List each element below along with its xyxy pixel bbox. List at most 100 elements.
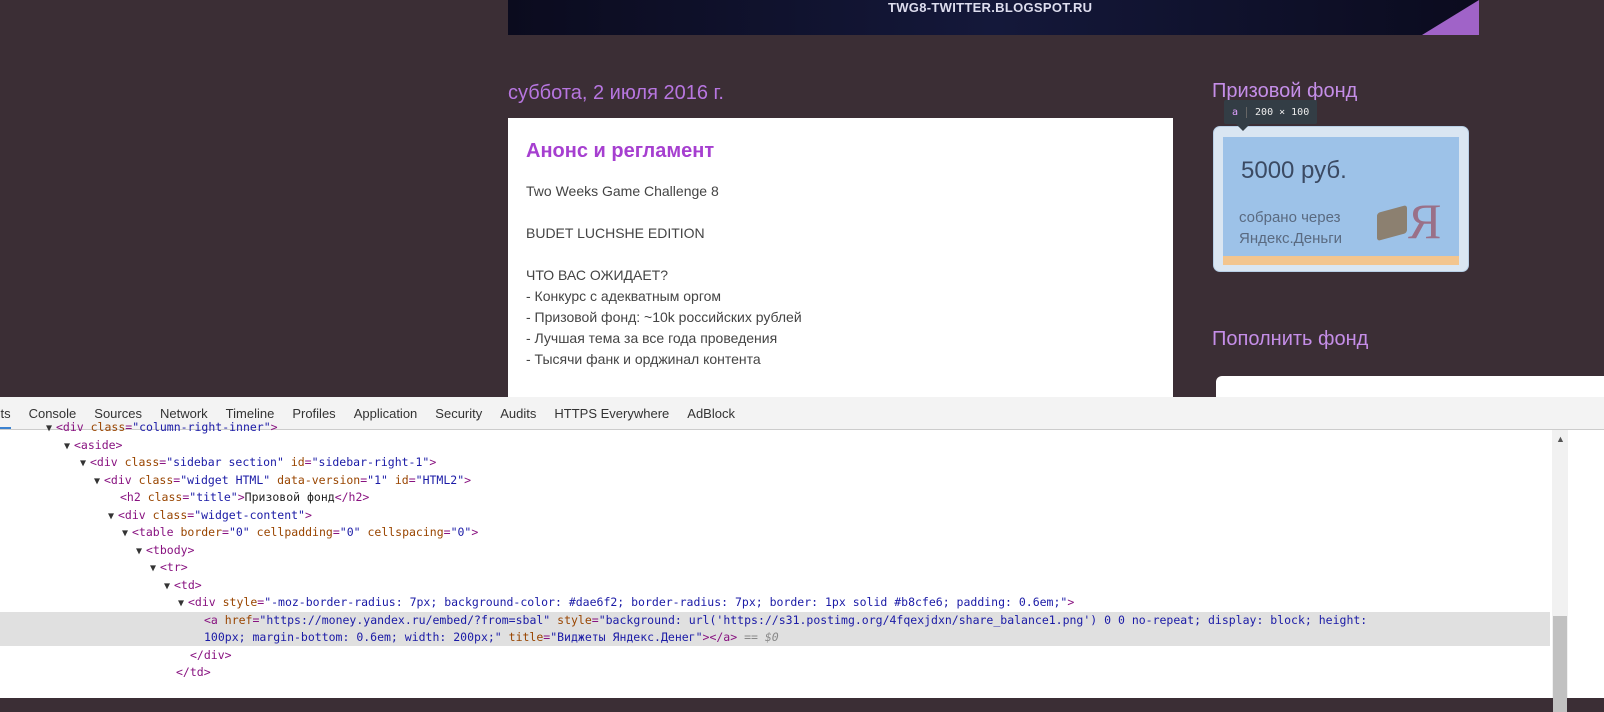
- code-token: "widget-content": [194, 508, 305, 522]
- post-line: Two Weeks Game Challenge 8: [526, 183, 719, 199]
- fund-caption-1: собрано через: [1239, 209, 1341, 226]
- post-line: - Тысячи фанк и орджинал контента: [526, 351, 761, 367]
- code-token: <div: [90, 455, 125, 469]
- post-body: Two Weeks Game Challenge 8 BUDET LUCHSHE …: [526, 181, 802, 370]
- dom-tree-node[interactable]: ▼ <div class="widget-content">: [0, 507, 1550, 524]
- wallet-icon: [1377, 204, 1407, 242]
- post-line: ЧТО ВАС ОЖИДАЕТ?: [526, 267, 669, 283]
- post-date: суббота, 2 июля 2016 г.: [508, 82, 724, 104]
- code-token: class: [124, 455, 160, 469]
- post-line: [526, 202, 802, 223]
- tooltip-size: 200 × 100: [1255, 106, 1310, 118]
- scroll-up-icon[interactable]: ▲: [1556, 434, 1565, 444]
- code-token: id: [283, 455, 305, 469]
- scrollbar[interactable]: ▲: [1552, 430, 1568, 712]
- dom-tree-node[interactable]: </div>: [0, 647, 1550, 664]
- code-token: <tr>: [160, 560, 188, 574]
- code-token: cellpadding: [249, 525, 333, 539]
- dom-tree-node[interactable]: ▼ <table border="0" cellpadding="0" cells…: [0, 524, 1550, 541]
- code-token: </h2>: [334, 490, 370, 504]
- post-line: - Призовой фонд: ~10k российских рублей: [526, 309, 802, 325]
- expand-triangle-icon[interactable]: ▼: [64, 438, 74, 455]
- expand-triangle-icon[interactable]: ▼: [46, 420, 56, 437]
- expand-triangle-icon[interactable]: ▼: [136, 543, 146, 560]
- code-token: >: [464, 473, 472, 487]
- code-token: class: [90, 420, 126, 434]
- banner-corner: [1422, 0, 1479, 35]
- dom-tree-node[interactable]: <h2 class="title">Призовой фонд</h2>: [0, 489, 1550, 506]
- code-token: <div: [56, 420, 91, 434]
- code-token: >: [1067, 595, 1075, 609]
- dom-tree-node[interactable]: ▼ <tr>: [0, 559, 1550, 576]
- blog-post: Анонс и регламент Two Weeks Game Challen…: [508, 118, 1173, 408]
- code-token: "-moz-border-radius: 7px; background-col…: [264, 595, 1068, 609]
- expand-triangle-icon[interactable]: ▼: [94, 473, 104, 490]
- code-token: "HTML2": [415, 473, 465, 487]
- dom-tree-node[interactable]: ▼ <div class="column-right-inner">: [0, 419, 1550, 436]
- code-token: "sidebar-right-1": [311, 455, 430, 469]
- code-token: <div: [188, 595, 223, 609]
- code-token: =: [304, 455, 312, 469]
- code-token: <div: [104, 473, 139, 487]
- dom-tree-node[interactable]: <a href = "https://money.yandex.ru/embed/?…: [0, 612, 1550, 629]
- code-token: "widget HTML": [180, 473, 271, 487]
- dom-tree-node[interactable]: ▼ <div class="widget HTML" data-version="…: [0, 472, 1550, 489]
- yandex-logo: Я: [1408, 193, 1442, 249]
- code-token: <div: [118, 508, 153, 522]
- expand-triangle-icon[interactable]: ▼: [108, 508, 118, 525]
- dom-tree-node[interactable]: ▼ <aside>: [0, 437, 1550, 454]
- code-token: >: [237, 490, 245, 504]
- code-token: "https://money.yandex.ru/embed/?from=sba…: [259, 613, 551, 627]
- code-token: data-version: [270, 473, 361, 487]
- code-token: title: [501, 630, 544, 644]
- code-token: Призовой фонд: [244, 490, 335, 504]
- code-token: class: [147, 490, 183, 504]
- code-token: "Виджеты Яндекс.Денег": [550, 630, 703, 644]
- element-inspect-tooltip: a 200 × 100: [1224, 100, 1318, 131]
- code-token: =: [591, 613, 599, 627]
- dom-tree-node[interactable]: ▼ <div class="sidebar section" id="sideba…: [0, 454, 1550, 471]
- code-token: 100px; margin-bottom: 0.6em; width: 200p…: [204, 630, 502, 644]
- top-up-fund-title: Пополнить фонд: [1212, 328, 1369, 350]
- yandex-balance-link[interactable]: 5000 руб. собрано через Яндекс.Деньги Я: [1223, 137, 1459, 265]
- dom-tree-node[interactable]: ▼ <tbody>: [0, 542, 1550, 559]
- widget-stripe: [1223, 256, 1459, 265]
- code-token: "background: url('https://s31.postimg.or…: [598, 613, 1368, 627]
- code-token: "sidebar section": [166, 455, 284, 469]
- code-token: <h2: [120, 490, 148, 504]
- post-line: - Конкурс с адекватным оргом: [526, 288, 722, 304]
- yandex-money-widget: 5000 руб. собрано через Яндекс.Деньги Я: [1213, 126, 1469, 272]
- dom-tree-node[interactable]: </td>: [0, 664, 1550, 681]
- blog-header-banner: TWG8-TWITTER.BLOGSPOT.RU: [508, 0, 1479, 35]
- expand-triangle-icon[interactable]: ▼: [178, 595, 188, 612]
- code-token: == $0: [737, 630, 779, 644]
- code-token: class: [138, 473, 174, 487]
- dom-tree-node[interactable]: ▼ <td>: [0, 577, 1550, 594]
- code-token: href: [224, 613, 253, 627]
- expand-triangle-icon[interactable]: ▼: [150, 560, 160, 577]
- post-title[interactable]: Анонс и регламент: [526, 140, 714, 163]
- code-token: </div>: [190, 648, 232, 662]
- code-token: "1": [367, 473, 388, 487]
- code-token: =: [443, 525, 451, 539]
- code-token: ></a>: [702, 630, 738, 644]
- code-token: >: [304, 508, 312, 522]
- tooltip-tag: a: [1224, 106, 1248, 118]
- expand-triangle-icon[interactable]: ▼: [122, 525, 132, 542]
- expand-triangle-icon[interactable]: ▼: [80, 455, 90, 472]
- code-token: >: [471, 525, 479, 539]
- code-token: "0": [339, 525, 361, 539]
- code-token: <aside>: [74, 438, 123, 452]
- expand-triangle-icon[interactable]: ▼: [164, 578, 174, 595]
- post-line: BUDET LUCHSHE EDITION: [526, 225, 705, 241]
- dom-tree-node[interactable]: 100px; margin-bottom: 0.6em; width: 200p…: [0, 629, 1550, 646]
- code-token: "0": [228, 525, 250, 539]
- code-token: </td>: [176, 665, 211, 679]
- code-token: style: [222, 595, 258, 609]
- code-token: id: [387, 473, 409, 487]
- dom-tree-node[interactable]: ▼ <div style="-moz-border-radius: 7px; ba…: [0, 594, 1550, 611]
- code-token: border: [180, 525, 223, 539]
- fund-caption-2: Яндекс.Деньги: [1239, 230, 1343, 247]
- code-token: <a: [204, 613, 225, 627]
- code-token: cellspacing: [360, 525, 444, 539]
